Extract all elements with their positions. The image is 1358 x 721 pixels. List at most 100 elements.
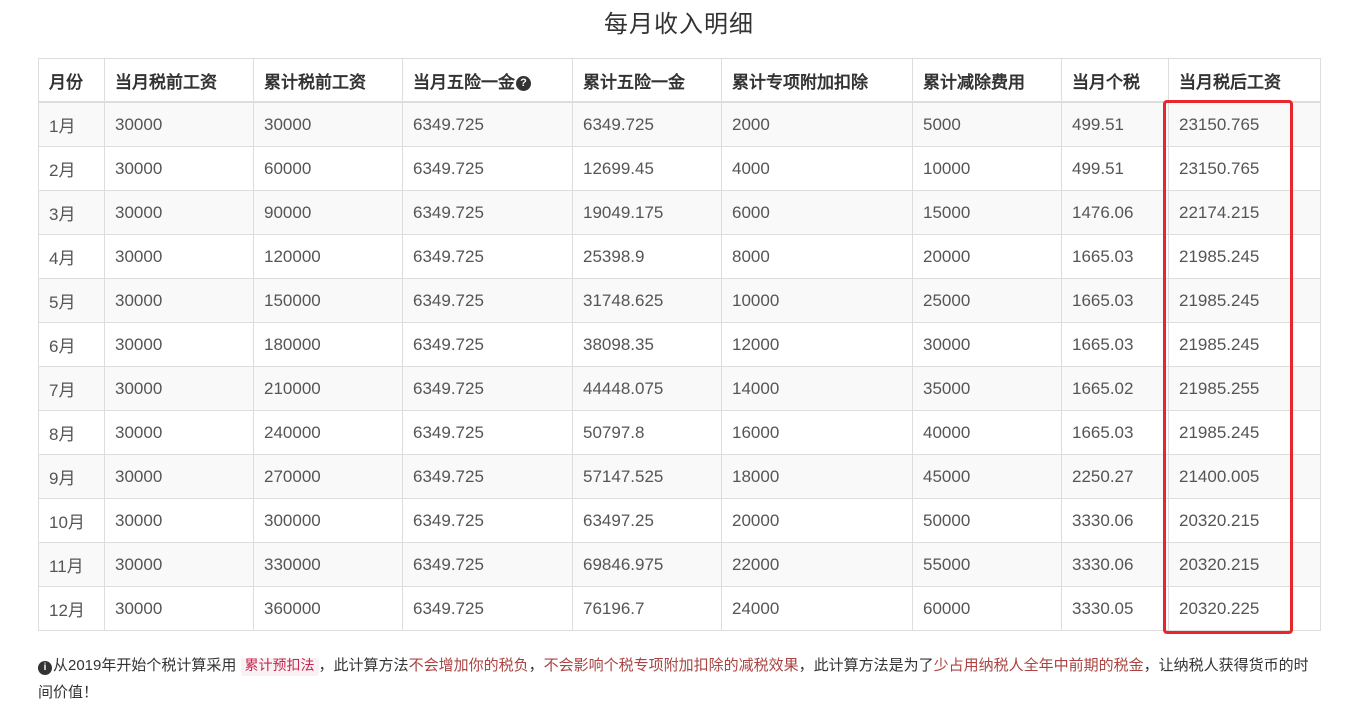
table-cell: 21985.245 (1168, 234, 1321, 279)
table-cell: 15000 (912, 190, 1062, 235)
table-cell: 4月 (38, 234, 105, 279)
table-cell: 8月 (38, 410, 105, 455)
table-row: 3月 30000 90000 6349.725 19049.175 6000 15000 14… (38, 190, 1321, 235)
table-cell: 1665.03 (1061, 410, 1169, 455)
note-text: 从2019年开始个税计算采用 (53, 657, 237, 674)
income-table-container: 月份 当月税前工资 累计税前工资 当月五险一金? 累计五险一金 累计专项附加扣除 累计减除费… (38, 58, 1321, 634)
table-cell: 55000 (912, 542, 1062, 587)
header-label: 累计专项附加扣除 (732, 72, 868, 92)
table-cell: 57147.525 (572, 454, 722, 499)
table-cell: 30000 (104, 101, 254, 147)
header-label: 当月个税 (1072, 72, 1140, 92)
info-circle-icon: i (38, 661, 52, 675)
table-row: 7月 30000 210000 6349.725 44448.075 14000 35000… (38, 366, 1321, 411)
table-cell: 11月 (38, 542, 105, 587)
table-cell: 30000 (104, 278, 254, 323)
table-cell: 21400.005 (1168, 454, 1321, 499)
header-label: 当月五险一金 (413, 72, 515, 92)
table-cell: 1476.06 (1061, 190, 1169, 235)
table-cell: 21985.255 (1168, 366, 1321, 411)
table-cell: 44448.075 (572, 366, 722, 411)
table-cell: 1665.03 (1061, 234, 1169, 279)
cumulative-pretax-header: 累计税前工资 (253, 58, 403, 103)
table-cell: 12月 (38, 586, 105, 631)
table-cell: 1665.03 (1061, 278, 1169, 323)
table-row: 11月 30000 330000 6349.725 69846.975 22000 5500… (38, 542, 1321, 587)
table-cell: 6349.725 (402, 322, 573, 367)
table-row: 9月 30000 270000 6349.725 57147.525 18000 45000… (38, 454, 1321, 499)
table-cell: 30000 (104, 410, 254, 455)
table-cell: 76196.7 (572, 586, 722, 631)
table-cell: 10000 (912, 146, 1062, 191)
table-cell: 150000 (253, 278, 403, 323)
table-cell: 30000 (104, 322, 254, 367)
table-cell: 30000 (253, 101, 403, 147)
table-cell: 30000 (104, 234, 254, 279)
note-emphasis: 不会增加你的税负 (408, 657, 529, 674)
note-emphasis: 不会影响个税专项附加扣除的减税效果 (543, 657, 799, 674)
header-label: 累计五险一金 (583, 72, 685, 92)
table-cell: 20320.215 (1168, 542, 1321, 587)
insurance-header: 当月五险一金? (402, 58, 573, 103)
table-cell: 6349.725 (402, 410, 573, 455)
table-row: 6月 30000 180000 6349.725 38098.35 12000 30000 1… (38, 322, 1321, 367)
table-cell: 20320.215 (1168, 498, 1321, 543)
cumulative-exemption-header: 累计减除费用 (912, 58, 1062, 103)
table-cell: 10000 (721, 278, 913, 323)
question-circle-icon[interactable]: ? (516, 75, 531, 91)
table-cell: 2月 (38, 146, 105, 191)
table-cell: 2250.27 (1061, 454, 1169, 499)
table-cell: 40000 (912, 410, 1062, 455)
table-cell: 30000 (104, 454, 254, 499)
aftertax-salary-header: 当月税后工资 (1168, 58, 1321, 103)
header-label: 累计税前工资 (264, 72, 366, 92)
table-cell: 25000 (912, 278, 1062, 323)
table-cell: 6349.725 (402, 542, 573, 587)
monthly-tax-header: 当月个税 (1061, 58, 1169, 103)
table-cell: 30000 (104, 542, 254, 587)
table-cell: 360000 (253, 586, 403, 631)
table-cell: 30000 (912, 322, 1062, 367)
table-cell: 210000 (253, 366, 403, 411)
table-cell: 21985.245 (1168, 278, 1321, 323)
table-row: 10月 30000 300000 6349.725 63497.25 20000 50000… (38, 498, 1321, 543)
header-label: 当月税后工资 (1179, 72, 1281, 92)
table-cell: 6349.725 (572, 101, 722, 147)
cumulative-insurance-header: 累计五险一金 (572, 58, 722, 103)
table-cell: 35000 (912, 366, 1062, 411)
table-cell: 24000 (721, 586, 913, 631)
table-cell: 30000 (104, 586, 254, 631)
table-cell: 3330.05 (1061, 586, 1169, 631)
table-cell: 30000 (104, 366, 254, 411)
table-cell: 63497.25 (572, 498, 722, 543)
table-cell: 6349.725 (402, 190, 573, 235)
method-code: 累计预扣法 (240, 658, 319, 676)
table-cell: 12699.45 (572, 146, 722, 191)
table-cell: 270000 (253, 454, 403, 499)
table-cell: 60000 (253, 146, 403, 191)
table-cell: 16000 (721, 410, 913, 455)
table-cell: 499.51 (1061, 101, 1169, 147)
table-cell: 1665.03 (1061, 322, 1169, 367)
table-row: 5月 30000 150000 6349.725 31748.625 10000 25000… (38, 278, 1321, 323)
table-cell: 90000 (253, 190, 403, 235)
table-cell: 300000 (253, 498, 403, 543)
calculation-note: i 从2019年开始个税计算采用 累计预扣法 ，此计算方法不会增加你的税负，不会影响… (38, 653, 1320, 705)
table-cell: 14000 (721, 366, 913, 411)
table-cell: 10月 (38, 498, 105, 543)
table-cell: 23150.765 (1168, 146, 1321, 191)
table-cell: 50797.8 (572, 410, 722, 455)
table-row: 1月 30000 30000 6349.725 6349.725 2000 5000 499.… (38, 101, 1321, 147)
table-cell: 9月 (38, 454, 105, 499)
table-cell: 499.51 (1061, 146, 1169, 191)
table-cell: 69846.975 (572, 542, 722, 587)
table-cell: 20000 (912, 234, 1062, 279)
table-cell: 20000 (721, 498, 913, 543)
table-row: 4月 30000 120000 6349.725 25398.9 8000 20000 166… (38, 234, 1321, 279)
table-cell: 21985.245 (1168, 322, 1321, 367)
table-cell: 5000 (912, 101, 1062, 147)
table-cell: 6349.725 (402, 101, 573, 147)
table-cell: 330000 (253, 542, 403, 587)
table-cell: 6349.725 (402, 454, 573, 499)
table-row: 12月 30000 360000 6349.725 76196.7 24000 60000 3… (38, 586, 1321, 631)
